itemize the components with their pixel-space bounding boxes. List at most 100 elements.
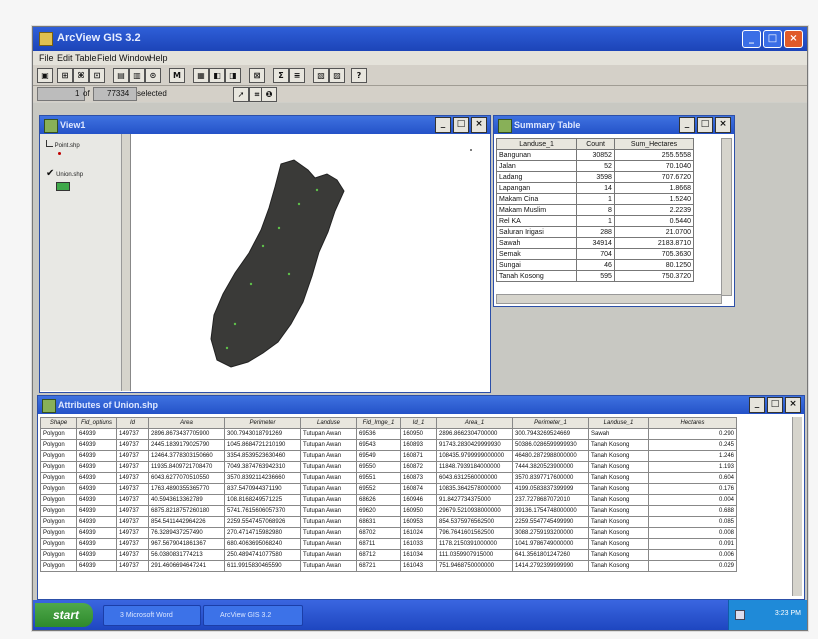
summary-cell: 705.3630 xyxy=(613,248,695,260)
sigma-icon[interactable]: Σ xyxy=(273,68,289,83)
summary-column-header[interactable]: Count xyxy=(576,138,615,150)
attributes-column-header[interactable]: Shape xyxy=(40,417,77,429)
attributes-row[interactable]: Polygon 64939 149737 40.5943613362789 108.81… xyxy=(40,494,737,506)
tool-a-icon[interactable]: ⌘ xyxy=(73,68,89,83)
summary-cell: 30852 xyxy=(576,149,615,161)
tool-e-icon[interactable]: ⊙ xyxy=(145,68,161,83)
toolbar: ▣ ⊞ ⌘ ⊡ ▤ ▥ ⊙ M ▦ ◧ ◨ ⊠ Σ ≡ ▧ ▨ ? xyxy=(33,65,807,86)
attributes-column-header[interactable]: Landuse_1 xyxy=(588,417,649,429)
attributes-row[interactable]: Polygon 64939 149737 967.5679041861367 680.4… xyxy=(40,538,737,550)
summary-close-button[interactable]: × xyxy=(715,117,731,133)
summary-row[interactable]: Semak 704 705.3630 xyxy=(496,248,695,260)
attributes-row[interactable]: Polygon 64939 149737 291.4606694647241 611.9… xyxy=(40,560,737,572)
view-title: View1 xyxy=(60,120,86,130)
attributes-cell: 0.604 xyxy=(648,472,737,484)
attributes-row[interactable]: Polygon 64939 149737 6043.6277070510550 3570… xyxy=(40,472,737,484)
tray-icon[interactable] xyxy=(735,610,745,620)
attributes-column-header[interactable]: Fid_optiuns xyxy=(76,417,117,429)
attributes-row[interactable]: Polygon 64939 149737 2896.8673437705900 300.… xyxy=(40,428,737,440)
summary-row[interactable]: Lapangan 14 1.8668 xyxy=(496,182,695,194)
attributes-row[interactable]: Polygon 64939 149737 6875.8218757260180 5741… xyxy=(40,505,737,517)
attributes-minimize-button[interactable]: _ xyxy=(749,397,765,413)
zoom-icon[interactable]: M xyxy=(169,68,185,83)
attributes-column-header[interactable]: Hectares xyxy=(648,417,737,429)
attributes-cell: 5741.7615606057370 xyxy=(224,505,301,517)
attributes-column-header[interactable]: Id_1 xyxy=(400,417,437,429)
tool-f-icon[interactable]: ▦ xyxy=(193,68,209,83)
summary-row[interactable]: Sawah 34914 2183.8710 xyxy=(496,237,695,249)
menu-field[interactable]: Field xyxy=(97,53,117,63)
menu-file[interactable]: File xyxy=(39,53,54,63)
map-canvas[interactable] xyxy=(131,134,489,391)
tool-c-icon[interactable]: ▤ xyxy=(113,68,129,83)
attributes-close-button[interactable]: × xyxy=(785,397,801,413)
attributes-row[interactable]: Polygon 64939 149737 11935.8409721708470 704… xyxy=(40,461,737,473)
start-button[interactable]: start xyxy=(35,603,93,627)
summary-hscroll[interactable] xyxy=(496,294,722,304)
view-maximize-button[interactable]: □ xyxy=(453,117,469,133)
menu-help[interactable]: Help xyxy=(149,53,168,63)
union-layer-checkmark-icon[interactable]: ✔ xyxy=(46,168,54,179)
legend-scrollbar[interactable] xyxy=(121,134,130,391)
tool-i-icon[interactable]: ⊠ xyxy=(249,68,265,83)
attributes-row[interactable]: Polygon 64939 149737 2445.1839179025790 1045… xyxy=(40,439,737,451)
tool-d-icon[interactable]: ▥ xyxy=(129,68,145,83)
attributes-cell: 64939 xyxy=(76,439,117,451)
summary-vscroll[interactable] xyxy=(721,138,732,296)
attributes-row[interactable]: Polygon 64939 149737 56.0380831774213 250.48… xyxy=(40,549,737,561)
menu-window[interactable]: Window xyxy=(119,53,151,63)
summary-column-header[interactable]: Sum_Hectares xyxy=(613,138,695,150)
tool-b-icon[interactable]: ⊡ xyxy=(89,68,105,83)
summary-column-header[interactable]: Landuse_1 xyxy=(496,138,578,150)
attributes-row[interactable]: Polygon 64939 149737 76.3289437257490 270.47… xyxy=(40,527,737,539)
summary-cell: 0.5440 xyxy=(613,215,695,227)
desktop-area: View1 _ □ × Point.shp ✔ Union.shp Summar… xyxy=(33,103,807,600)
attributes-row[interactable]: Polygon 64939 149737 854.5411442964226 2259.… xyxy=(40,516,737,528)
summary-maximize-button[interactable]: □ xyxy=(697,117,713,133)
pointer-icon[interactable]: ➚ xyxy=(233,87,249,102)
menu-table[interactable]: Table xyxy=(75,53,97,63)
legend-item-point[interactable]: Point.shp xyxy=(46,140,80,155)
menu-edit[interactable]: Edit xyxy=(57,53,73,63)
taskbar-arcview[interactable]: ArcView GIS 3.2 xyxy=(203,605,303,626)
view-close-button[interactable]: × xyxy=(471,117,487,133)
summary-row[interactable]: Tanah Kosong 595 750.3720 xyxy=(496,270,695,282)
attributes-column-header[interactable]: Fid_Imge_1 xyxy=(356,417,401,429)
attributes-column-header[interactable]: Landuse xyxy=(300,417,357,429)
summary-row[interactable]: Ladang 3598 707.6720 xyxy=(496,171,695,183)
tool-h-icon[interactable]: ◨ xyxy=(225,68,241,83)
attributes-cell: 64939 xyxy=(76,428,117,440)
attributes-column-header[interactable]: Perimeter_1 xyxy=(512,417,589,429)
attributes-maximize-button[interactable]: □ xyxy=(767,397,783,413)
tool-g-icon[interactable]: ◧ xyxy=(209,68,225,83)
query-icon[interactable]: ▧ xyxy=(313,68,329,83)
attributes-column-header[interactable]: Area_1 xyxy=(436,417,513,429)
app-maximize-button[interactable]: □ xyxy=(763,30,782,48)
attributes-column-header[interactable]: Id xyxy=(116,417,149,429)
view-minimize-button[interactable]: _ xyxy=(435,117,451,133)
attributes-vscroll[interactable] xyxy=(792,417,802,596)
info-tool-icon[interactable]: ❶ xyxy=(261,87,277,102)
app-close-button[interactable]: × xyxy=(784,30,803,48)
tool-j-icon[interactable]: ▨ xyxy=(329,68,345,83)
sort-icon[interactable]: ≡ xyxy=(289,68,305,83)
attributes-row[interactable]: Polygon 64939 149737 1763.4890355365770 837.… xyxy=(40,483,737,495)
summary-row[interactable]: Bangunan 30852 255.5558 xyxy=(496,149,695,161)
summary-row[interactable]: Sungai 46 80.1250 xyxy=(496,259,695,271)
legend-item-union[interactable]: ✔ Union.shp xyxy=(46,168,83,191)
point-layer-checkbox[interactable] xyxy=(46,140,53,147)
summary-row[interactable]: Makam Muslim 8 2.2239 xyxy=(496,204,695,216)
summary-row[interactable]: Rel KA 1 0.5440 xyxy=(496,215,695,227)
summary-row[interactable]: Saluran Irigasi 288 21.0700 xyxy=(496,226,695,238)
taskbar-word[interactable]: 3 Microsoft Word xyxy=(103,605,201,626)
attributes-column-header[interactable]: Perimeter xyxy=(224,417,301,429)
open-icon[interactable]: ⊞ xyxy=(57,68,73,83)
help-icon[interactable]: ? xyxy=(351,68,367,83)
summary-row[interactable]: Makam Cina 1 1.5240 xyxy=(496,193,695,205)
attributes-row[interactable]: Polygon 64939 149737 12464.3778303150660 335… xyxy=(40,450,737,462)
save-icon[interactable]: ▣ xyxy=(37,68,53,83)
attributes-column-header[interactable]: Area xyxy=(148,417,225,429)
app-minimize-button[interactable]: _ xyxy=(742,30,761,48)
summary-row[interactable]: Jalan 52 70.1040 xyxy=(496,160,695,172)
summary-minimize-button[interactable]: _ xyxy=(679,117,695,133)
